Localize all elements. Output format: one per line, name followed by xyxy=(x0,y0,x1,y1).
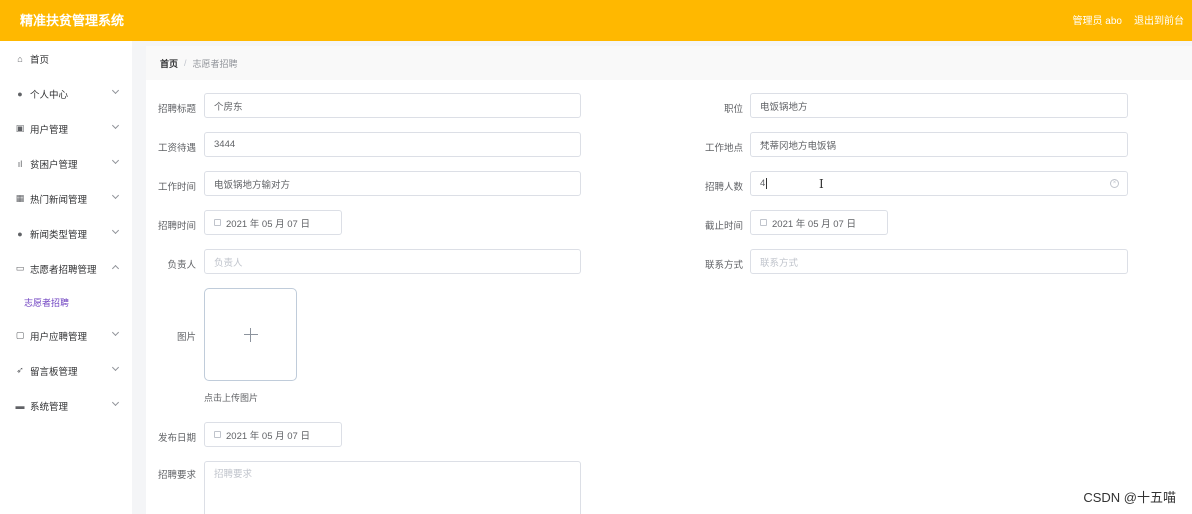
chevron-up-icon xyxy=(111,264,120,273)
edit-icon: ▣ xyxy=(15,123,25,133)
plus-icon xyxy=(244,334,258,335)
sidebar-item-profile[interactable]: ● 个人中心 xyxy=(0,76,132,111)
plus-icon-vertical xyxy=(250,328,251,342)
title-value: 个房东 xyxy=(214,101,243,113)
sidebar-item-label: 贫困户管理 xyxy=(30,159,78,171)
logout-link[interactable]: 退出到前台 xyxy=(1134,12,1184,27)
location-input[interactable]: 梵蒂冈地方电饭锅 xyxy=(750,132,1128,157)
breadcrumb-current: 志愿者招聘 xyxy=(192,58,238,69)
salary-value: 3444 xyxy=(214,139,236,150)
sidebar-item-poor-households[interactable]: ıl 贫困户管理 xyxy=(0,146,132,181)
current-user-label: 管理员 abo xyxy=(1072,16,1122,27)
sidebar-item-label: 新闻类型管理 xyxy=(30,229,88,241)
breadcrumb: 首页 / 志愿者招聘 xyxy=(146,46,1192,80)
publish-date-picker[interactable]: 2021 年 05 月 07 日 xyxy=(204,422,342,447)
sidebar-menu: ⌂ 首页 ● 个人中心 ▣ 用户管理 ıl 贫困户管理 ▦ 热门新闻管理 ● 新… xyxy=(0,41,132,514)
salary-input[interactable]: 3444 xyxy=(204,132,581,157)
mouse-ibeam-cursor-icon: I xyxy=(819,177,824,191)
sidebar-item-label: 用户管理 xyxy=(30,124,69,136)
sidebar-item-volunteer-recruitment[interactable]: ▭ 志愿者招聘管理 xyxy=(0,251,132,286)
chevron-down-icon xyxy=(111,328,120,337)
calendar-icon xyxy=(760,219,767,226)
sidebar-item-label: 志愿者招聘管理 xyxy=(30,264,97,276)
deadline-value: 2021 年 05 月 07 日 xyxy=(772,218,856,230)
top-header-bar: 精准扶贫管理系统 管理员 abo 退出到前台 xyxy=(0,0,1192,41)
person-in-charge-input[interactable]: 负责人 xyxy=(204,249,581,274)
sidebar-item-system[interactable]: ▬ 系统管理 xyxy=(0,388,132,423)
image-label: 图片 xyxy=(176,332,196,343)
sidebar-item-news-types[interactable]: ● 新闻类型管理 xyxy=(0,216,132,251)
watermark: CSDN @十五喵 xyxy=(1083,490,1176,505)
grid-icon: ▦ xyxy=(15,193,25,203)
title-input[interactable]: 个房东 xyxy=(204,93,581,118)
text-caret xyxy=(766,178,768,189)
work-time-value: 电饭锅地方输对方 xyxy=(214,179,291,191)
briefcase-icon: ▬ xyxy=(15,400,25,411)
sidebar-item-users[interactable]: ▣ 用户管理 xyxy=(0,111,132,146)
send-icon: ➶ xyxy=(16,365,24,375)
message-icon: ▢ xyxy=(15,330,25,340)
app-title: 精准扶贫管理系统 xyxy=(20,13,125,28)
publish-date-value: 2021 年 05 月 07 日 xyxy=(226,430,310,442)
chevron-down-icon xyxy=(111,156,120,165)
calendar-icon xyxy=(214,219,221,226)
contact-label: 联系方式 xyxy=(704,260,743,271)
main-content: 首页 / 志愿者招聘 招聘标题 个房东 职位 电饭锅地方 工资待遇 3444 工… xyxy=(146,46,1192,514)
headcount-value: 4 xyxy=(760,178,766,189)
chevron-down-icon xyxy=(111,86,120,95)
data-icon: ▭ xyxy=(15,263,25,273)
chevron-down-icon xyxy=(111,121,120,130)
sidebar-item-label: 系统管理 xyxy=(30,401,69,413)
deadline-date-picker[interactable]: 2021 年 05 月 07 日 xyxy=(750,210,888,235)
sidebar-item-label: 留言板管理 xyxy=(30,366,78,378)
deadline-label: 截止时间 xyxy=(704,221,743,232)
requirements-textarea[interactable]: 招聘要求 xyxy=(204,461,581,514)
breadcrumb-separator: / xyxy=(184,58,187,68)
salary-label: 工资待遇 xyxy=(157,143,196,154)
contact-placeholder: 联系方式 xyxy=(760,257,799,269)
chevron-down-icon xyxy=(111,398,120,407)
breadcrumb-home[interactable]: 首页 xyxy=(160,57,178,70)
calendar-icon xyxy=(214,431,221,438)
sidebar-item-message-board[interactable]: ➶ 留言板管理 xyxy=(0,353,132,388)
image-upload-button[interactable] xyxy=(204,288,297,381)
headcount-input[interactable]: 4 I × xyxy=(750,171,1128,196)
sidebar-item-label: 热门新闻管理 xyxy=(30,194,88,206)
headcount-label: 招聘人数 xyxy=(704,182,743,193)
position-label: 职位 xyxy=(723,104,743,115)
chevron-down-icon xyxy=(111,226,120,235)
sidebar-item-applications[interactable]: ▢ 用户应聘管理 xyxy=(0,318,132,353)
work-time-label: 工作时间 xyxy=(157,182,196,193)
contact-input[interactable]: 联系方式 xyxy=(750,249,1128,274)
position-value: 电饭锅地方 xyxy=(760,101,808,113)
recruit-date-picker[interactable]: 2021 年 05 月 07 日 xyxy=(204,210,342,235)
sidebar-item-label: 首页 xyxy=(30,54,50,66)
person-in-charge-placeholder: 负责人 xyxy=(214,257,243,269)
user-icon: ● xyxy=(17,228,23,239)
position-input[interactable]: 电饭锅地方 xyxy=(750,93,1128,118)
clear-icon[interactable]: × xyxy=(1110,179,1119,188)
sidebar-subitem-volunteer-recruit[interactable]: 志愿者招聘 xyxy=(0,286,132,318)
sidebar-item-home[interactable]: ⌂ 首页 xyxy=(0,41,132,76)
user-icon: ● xyxy=(17,88,23,99)
work-time-input[interactable]: 电饭锅地方输对方 xyxy=(204,171,581,196)
chart-icon: ıl xyxy=(17,158,23,169)
upload-tip: 点击上传图片 xyxy=(204,393,259,403)
chevron-down-icon xyxy=(111,191,120,200)
recruit-date-value: 2021 年 05 月 07 日 xyxy=(226,218,310,230)
sidebar-item-hot-news[interactable]: ▦ 热门新闻管理 xyxy=(0,181,132,216)
location-value: 梵蒂冈地方电饭锅 xyxy=(760,140,837,152)
chevron-down-icon xyxy=(111,363,120,372)
requirements-label: 招聘要求 xyxy=(157,470,196,481)
title-label: 招聘标题 xyxy=(157,104,196,115)
recruit-date-label: 招聘时间 xyxy=(157,221,196,232)
home-icon: ⌂ xyxy=(17,53,23,64)
location-label: 工作地点 xyxy=(704,143,743,154)
publish-date-label: 发布日期 xyxy=(157,433,196,444)
requirements-placeholder: 招聘要求 xyxy=(214,469,253,480)
sidebar-item-label: 个人中心 xyxy=(30,89,69,101)
person-in-charge-label: 负责人 xyxy=(167,260,196,271)
sidebar-item-label: 用户应聘管理 xyxy=(30,331,88,343)
